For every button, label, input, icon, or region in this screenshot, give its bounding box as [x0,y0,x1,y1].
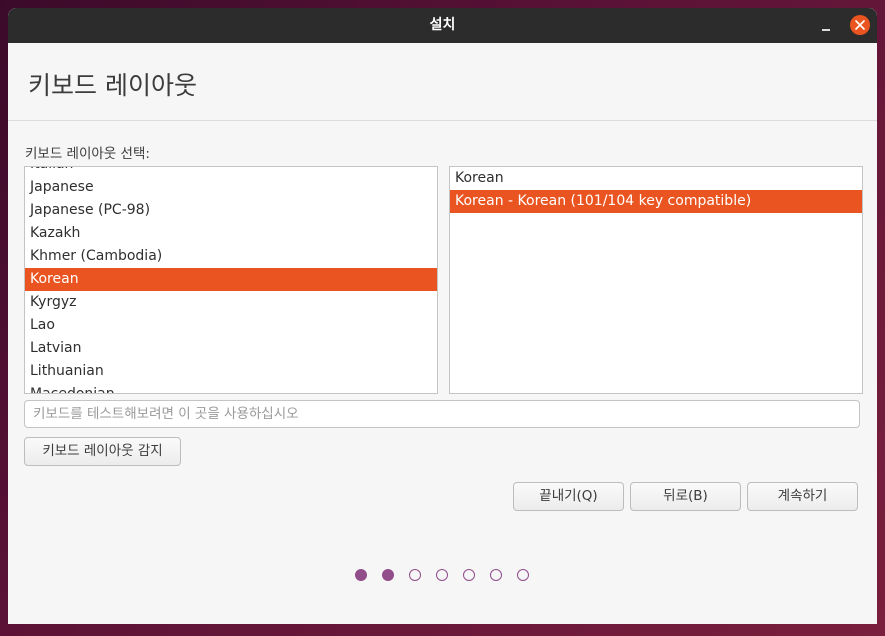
keyboard-test-input[interactable] [24,400,860,428]
list-item[interactable]: Macedonian [25,383,437,393]
progress-indicator [8,569,877,585]
list-item[interactable]: Korean [25,268,437,291]
title-bar: 설치 [8,8,877,43]
back-button[interactable]: 뒤로(B) [630,482,741,511]
layout-prompt-label: 키보드 레이아웃 선택: [25,146,150,162]
list-item[interactable]: Italian [25,167,437,176]
progress-dot [409,569,421,581]
minimize-icon[interactable] [819,18,835,34]
list-item[interactable]: Lao [25,314,437,337]
detect-layout-button[interactable]: 키보드 레이아웃 감지 [24,437,181,466]
progress-dot [517,569,529,581]
list-item[interactable]: Japanese (PC-98) [25,199,437,222]
close-icon[interactable] [850,15,870,35]
list-item[interactable]: Khmer (Cambodia) [25,245,437,268]
list-item[interactable]: Korean [450,167,862,190]
progress-dot [382,569,394,581]
list-item[interactable]: Kyrgyz [25,291,437,314]
installer-window: 설치 키보드 레이아웃 키보드 레이아웃 선택: ItalianJapanese… [8,8,877,624]
progress-dot [463,569,475,581]
quit-button[interactable]: 끝내기(Q) [513,482,624,511]
progress-dot [355,569,367,581]
progress-dot [436,569,448,581]
continue-button[interactable]: 계속하기 [747,482,858,511]
layout-list[interactable]: ItalianJapaneseJapanese (PC-98)KazakhKhm… [24,166,438,394]
header-divider [8,120,877,121]
page-title: 키보드 레이아웃 [28,71,197,100]
progress-dot [490,569,502,581]
list-item[interactable]: Kazakh [25,222,437,245]
window-title: 설치 [429,17,456,33]
list-item[interactable]: Japanese [25,176,437,199]
list-item[interactable]: Korean - Korean (101/104 key compatible) [450,190,862,213]
list-item[interactable]: Latvian [25,337,437,360]
list-item[interactable]: Lithuanian [25,360,437,383]
variant-list[interactable]: Korean Korean - Korean (101/104 key compa… [449,166,863,394]
